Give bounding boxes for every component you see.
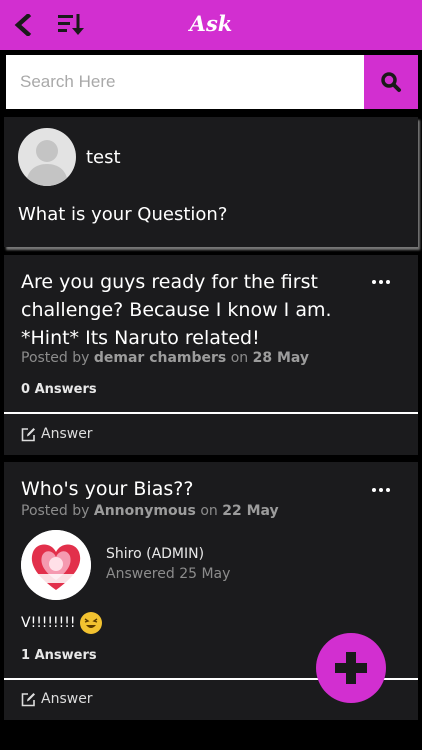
- top-bar: Ask: [0, 0, 422, 50]
- more-options-button[interactable]: [366, 480, 396, 500]
- question-author[interactable]: Annonymous: [94, 503, 196, 519]
- question-title[interactable]: Are you guys ready for the first challen…: [21, 268, 361, 352]
- dot-icon: [372, 488, 376, 492]
- search-icon: [381, 72, 401, 92]
- answers-count[interactable]: 0 Answers: [21, 382, 97, 397]
- answer-button[interactable]: Answer: [21, 426, 93, 442]
- answerer-avatar[interactable]: [21, 530, 91, 600]
- posted-by-label: Posted by: [21, 503, 90, 519]
- question-card[interactable]: Are you guys ready for the first challen…: [4, 255, 418, 455]
- search-bar: [6, 55, 418, 109]
- answer-label: Answer: [41, 426, 93, 442]
- dot-icon: [386, 488, 390, 492]
- edit-icon: [21, 427, 35, 441]
- search-input[interactable]: [6, 55, 364, 109]
- question-prompt[interactable]: What is your Question?: [18, 204, 227, 225]
- answer-body: V!!!!!!!!: [21, 615, 76, 631]
- answered-date: Answered 25 May: [106, 566, 231, 582]
- answer-button[interactable]: Answer: [21, 691, 93, 707]
- laughing-emoji-icon: [80, 612, 103, 634]
- divider: [4, 412, 418, 414]
- search-button[interactable]: [364, 55, 418, 109]
- dot-icon: [379, 280, 383, 284]
- answers-count[interactable]: 1 Answers: [21, 648, 97, 663]
- dot-icon: [372, 280, 376, 284]
- user-avatar: [18, 128, 76, 186]
- question-author[interactable]: demar chambers: [94, 350, 226, 366]
- composer-username: test: [86, 147, 121, 168]
- question-date: 28 May: [252, 350, 310, 366]
- posted-by-label: Posted by: [21, 350, 90, 366]
- more-options-button[interactable]: [366, 272, 396, 292]
- edit-icon: [21, 692, 35, 706]
- answer-text: V!!!!!!!!: [21, 612, 103, 634]
- question-date: 22 May: [222, 503, 279, 519]
- fandom-logo-icon: [21, 530, 91, 600]
- question-meta: Posted by demar chambers on 28 May: [21, 350, 309, 366]
- plus-icon: [335, 652, 367, 684]
- question-meta: Posted by Annonymous on 22 May: [21, 503, 279, 519]
- on-label: on: [230, 350, 249, 366]
- dot-icon: [379, 488, 383, 492]
- answerer-name[interactable]: Shiro (ADMIN): [106, 546, 204, 562]
- default-user-icon: [26, 140, 68, 186]
- answer-label: Answer: [41, 691, 93, 707]
- question-title[interactable]: Who's your Bias??: [21, 475, 361, 503]
- question-composer[interactable]: test What is your Question?: [4, 117, 418, 247]
- page-title: Ask: [189, 11, 233, 36]
- on-label: on: [200, 503, 218, 519]
- add-question-button[interactable]: [316, 633, 386, 703]
- dot-icon: [386, 280, 390, 284]
